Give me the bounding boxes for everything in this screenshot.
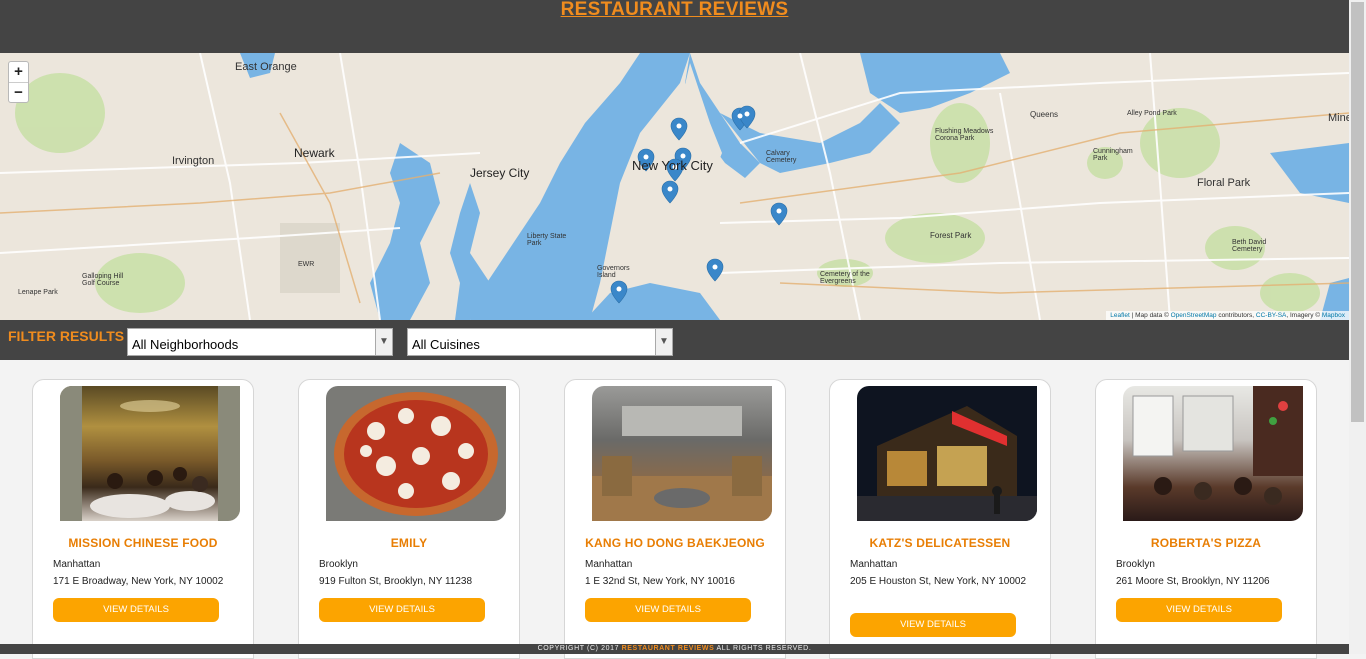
cuisines-select[interactable]: All Cuisines ▼ bbox=[407, 328, 673, 356]
restaurant-photo bbox=[592, 386, 772, 521]
restaurant-name: EMILY bbox=[390, 536, 428, 550]
neighborhoods-select[interactable]: All Neighborhoods ▼ bbox=[127, 328, 393, 356]
map-label: Newark bbox=[294, 146, 335, 160]
restaurant-card: MISSION CHINESE FOOD Manhattan 171 E Bro… bbox=[32, 379, 254, 659]
restaurant-photo bbox=[857, 386, 1037, 521]
attribution-text: contributors, bbox=[1216, 312, 1256, 319]
leaflet-link[interactable]: Leaflet bbox=[1110, 312, 1130, 319]
map-attribution: Leaflet | Map data © OpenStreetMap contr… bbox=[1106, 311, 1349, 320]
view-details-button[interactable]: VIEW DETAILS bbox=[585, 598, 751, 622]
view-details-button[interactable]: VIEW DETAILS bbox=[1116, 598, 1282, 622]
zoom-control: + − bbox=[8, 61, 29, 103]
restaurant-neighborhood: Brooklyn bbox=[1116, 559, 1155, 570]
restaurant-name: KATZ'S DELICATESSEN bbox=[869, 536, 1011, 550]
restaurant-photo bbox=[1123, 386, 1303, 521]
map-label: Jersey City bbox=[470, 166, 530, 180]
map-label: Queens bbox=[1030, 110, 1059, 119]
neighborhoods-select-value: All Neighborhoods bbox=[132, 337, 239, 352]
map-label: EWR bbox=[298, 261, 315, 268]
restaurant-neighborhood: Manhattan bbox=[585, 559, 633, 570]
footer-brand: RESTAURANT REVIEWS bbox=[621, 645, 715, 652]
footer-rights: ALL RIGHTS RESERVED. bbox=[714, 645, 812, 652]
map-label: Forest Park bbox=[930, 231, 972, 240]
view-details-button[interactable]: VIEW DETAILS bbox=[319, 598, 485, 622]
restaurant-neighborhood: Manhattan bbox=[53, 559, 101, 570]
restaurant-neighborhood: Manhattan bbox=[850, 559, 898, 570]
restaurant-address: 171 E Broadway, New York, NY 10002 bbox=[53, 576, 224, 587]
cuisines-select-value: All Cuisines bbox=[412, 337, 480, 352]
map-label: East Orange bbox=[235, 61, 297, 73]
view-details-button[interactable]: VIEW DETAILS bbox=[850, 613, 1016, 637]
chevron-down-icon[interactable]: ▼ bbox=[655, 329, 672, 355]
zoom-in-button[interactable]: + bbox=[9, 62, 28, 82]
map-label: Galloping Hill Golf Course bbox=[82, 273, 124, 287]
zoom-out-button[interactable]: − bbox=[9, 82, 28, 102]
restaurants-list: MISSION CHINESE FOOD Manhattan 171 E Bro… bbox=[0, 360, 1349, 659]
site-footer: COPYRIGHT (C) 2017 RESTAURANT REVIEWS AL… bbox=[0, 644, 1349, 654]
restaurant-card: ROBERTA'S PIZZA Brooklyn 261 Moore St, B… bbox=[1095, 379, 1317, 659]
restaurant-neighborhood: Brooklyn bbox=[319, 559, 358, 570]
filter-bar: FILTER RESULTS All Neighborhoods ▼ All C… bbox=[0, 320, 1349, 360]
attribution-text: | Map data © bbox=[1129, 312, 1171, 319]
map-label: Alley Pond Park bbox=[1127, 110, 1177, 117]
restaurant-name: ROBERTA'S PIZZA bbox=[1150, 536, 1262, 550]
restaurant-name: MISSION CHINESE FOOD bbox=[68, 536, 218, 550]
map-label: Mine bbox=[1328, 112, 1349, 124]
osm-link[interactable]: OpenStreetMap bbox=[1171, 312, 1217, 319]
site-header: RESTAURANT REVIEWS bbox=[0, 0, 1349, 53]
map-label: Flushing Meadows Corona Park bbox=[935, 128, 994, 142]
restaurant-address: 205 E Houston St, New York, NY 10002 bbox=[850, 576, 1027, 587]
map-label: Cemetery of the Evergreens bbox=[820, 271, 870, 285]
map-label: Beth David Cemetery bbox=[1232, 239, 1267, 253]
map-label: Cunningham Park bbox=[1093, 148, 1133, 162]
restaurant-photo bbox=[326, 386, 506, 521]
chevron-down-icon[interactable]: ▼ bbox=[375, 329, 392, 355]
restaurant-card: KATZ'S DELICATESSEN Manhattan 205 E Hous… bbox=[829, 379, 1051, 659]
map-label: Calvary Cemetery bbox=[766, 150, 797, 164]
restaurant-address: 1 E 32nd St, New York, NY 10016 bbox=[585, 576, 735, 587]
map-label: Governors Island bbox=[597, 265, 630, 279]
map-label: Liberty State Park bbox=[527, 233, 567, 247]
page-scrollbar[interactable] bbox=[1349, 0, 1366, 654]
restaurant-card: KANG HO DONG BAEKJEONG Manhattan 1 E 32n… bbox=[564, 379, 786, 659]
restaurant-address: 919 Fulton St, Brooklyn, NY 11238 bbox=[319, 576, 473, 587]
attribution-text: , Imagery © bbox=[1286, 312, 1322, 319]
restaurant-photo bbox=[60, 386, 240, 521]
restaurant-address: 261 Moore St, Brooklyn, NY 11206 bbox=[1116, 576, 1270, 587]
map-label: Irvington bbox=[172, 155, 215, 167]
map-label: Floral Park bbox=[1197, 177, 1251, 189]
view-details-button[interactable]: VIEW DETAILS bbox=[53, 598, 219, 622]
footer-copyright: COPYRIGHT (C) 2017 bbox=[537, 645, 622, 652]
site-title[interactable]: RESTAURANT REVIEWS bbox=[0, 0, 1349, 20]
license-link[interactable]: CC-BY-SA bbox=[1256, 312, 1286, 319]
map-tiles bbox=[0, 53, 1349, 320]
mapbox-link[interactable]: Mapbox bbox=[1322, 312, 1345, 319]
map-label: Lenape Park bbox=[18, 289, 58, 296]
filter-heading: FILTER RESULTS bbox=[8, 328, 125, 344]
map-label: New York City bbox=[632, 158, 713, 173]
restaurant-name: KANG HO DONG BAEKJEONG bbox=[585, 536, 765, 550]
scrollbar-thumb[interactable] bbox=[1351, 2, 1364, 422]
map[interactable]: East Orange Newark Irvington Jersey City… bbox=[0, 53, 1349, 320]
restaurant-card: EMILY Brooklyn 919 Fulton St, Brooklyn, … bbox=[298, 379, 520, 659]
